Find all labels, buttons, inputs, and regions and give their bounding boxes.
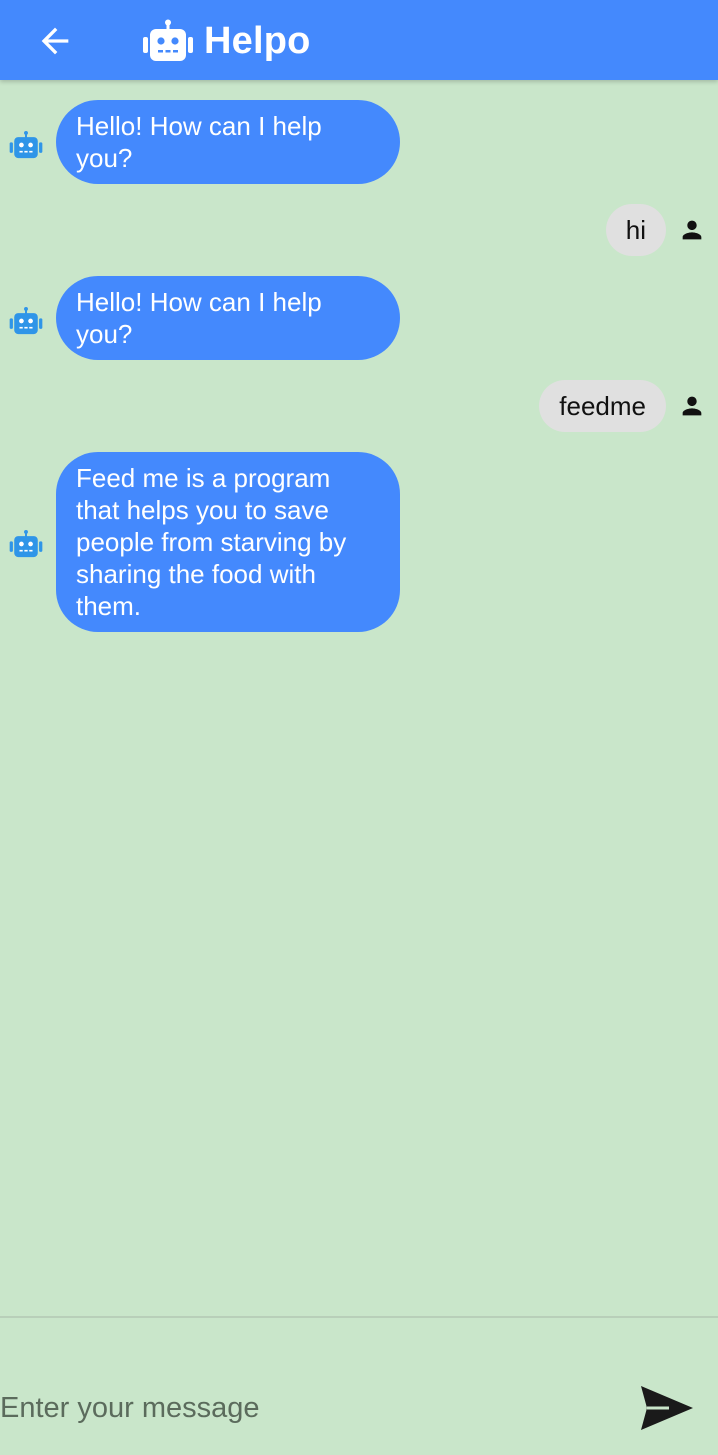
user-message-bubble: feedme <box>539 380 666 432</box>
bot-avatar-icon <box>9 130 43 160</box>
person-icon <box>678 392 706 420</box>
user-message: feedme <box>0 380 718 432</box>
person-icon <box>678 216 706 244</box>
send-button[interactable] <box>636 1380 698 1436</box>
robot-icon <box>142 18 196 64</box>
bot-message-bubble: Feed me is a program that helps you to s… <box>56 452 400 632</box>
bot-message: Hello! How can I help you? <box>0 276 718 360</box>
chat-messages[interactable]: Hello! How can I help you? hi Hello! How… <box>0 80 718 1316</box>
bot-message-bubble: Hello! How can I help you? <box>56 100 400 184</box>
app-bar: Helpo <box>0 0 718 80</box>
message-input[interactable] <box>0 1384 600 1432</box>
message-composer <box>0 1318 718 1455</box>
user-message-bubble: hi <box>605 204 666 256</box>
bot-message: Feed me is a program that helps you to s… <box>0 452 718 632</box>
bot-avatar-icon <box>9 306 43 336</box>
bot-avatar-icon <box>9 529 43 559</box>
send-icon <box>641 1386 693 1430</box>
bot-message: Hello! How can I help you? <box>0 100 718 184</box>
user-message: hi <box>0 204 718 256</box>
bot-message-bubble: Hello! How can I help you? <box>56 276 400 360</box>
back-button[interactable] <box>32 18 78 64</box>
arrow-back-icon <box>41 27 69 55</box>
app-title-text: Helpo <box>204 19 311 62</box>
app-title: Helpo <box>142 18 311 64</box>
